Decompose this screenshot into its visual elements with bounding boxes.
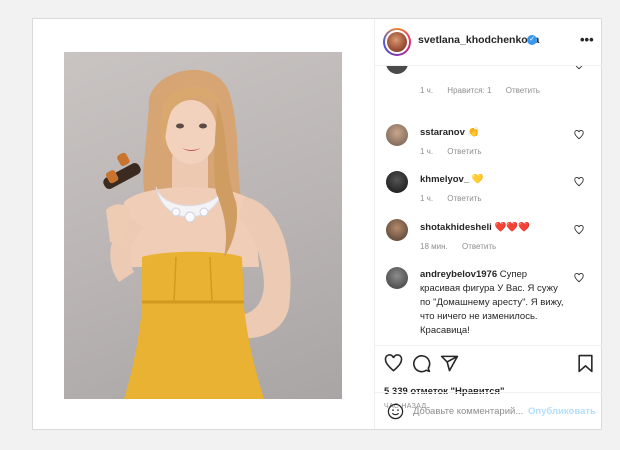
publish-button[interactable]: Опубликовать <box>528 406 596 417</box>
reply-link[interactable]: Ответить <box>462 242 496 251</box>
comment-avatar[interactable] <box>386 124 408 146</box>
reply-link[interactable]: Ответить <box>447 147 481 156</box>
comment-content: 💛 <box>471 174 484 185</box>
comment-username[interactable]: andreybelov1976 <box>420 269 497 280</box>
comment-meta: 1 ч. Ответить <box>420 147 494 156</box>
comment-time: 18 мин. <box>420 242 448 251</box>
post-sidebar: svetlana_khodchenkova ✓ ••• 1 ч. Нравитс… <box>374 19 602 429</box>
comment-like-heart-icon[interactable] <box>574 177 584 187</box>
comment-meta: 1 ч. Нравится: 1 Ответить <box>420 86 552 95</box>
comment-content: ❤️❤️❤️ <box>494 222 530 233</box>
author-username[interactable]: svetlana_khodchenkova <box>418 34 539 46</box>
verified-badge-icon: ✓ <box>527 35 537 45</box>
comment-likes[interactable]: Нравится: 1 <box>447 86 491 95</box>
post-photo[interactable] <box>64 52 342 399</box>
comments-list[interactable]: 1 ч. Нравится: 1 Ответить sstaranov 👏 1 … <box>375 66 602 344</box>
comment-username[interactable]: sstaranov <box>420 127 465 138</box>
comment-text: sstaranov 👏 <box>420 126 570 140</box>
comment-meta: 1 ч. Ответить <box>420 194 494 203</box>
comment-text: andreybelov1976 Супер красивая фигура У … <box>420 268 568 338</box>
author-avatar[interactable] <box>383 28 411 56</box>
comment-avatar[interactable] <box>386 66 408 74</box>
post-card: svetlana_khodchenkova ✓ ••• 1 ч. Нравитс… <box>32 18 602 430</box>
comment-like-heart-icon[interactable] <box>574 66 584 70</box>
reply-link[interactable]: Ответить <box>506 86 540 95</box>
comment-content: 👏 <box>467 127 480 138</box>
reply-link[interactable]: Ответить <box>447 194 481 203</box>
post-header: svetlana_khodchenkova ✓ ••• <box>375 19 602 66</box>
comment-icon[interactable] <box>412 354 431 373</box>
woman-in-yellow-dress-image <box>103 69 291 399</box>
heart-icon[interactable] <box>384 354 403 373</box>
bookmark-icon[interactable] <box>577 354 594 373</box>
more-horizontal-icon[interactable]: ••• <box>580 32 594 47</box>
comment-avatar[interactable] <box>386 171 408 193</box>
comment-time: 1 ч. <box>420 86 434 95</box>
comment-avatar[interactable] <box>386 219 408 241</box>
comment-username[interactable]: khmelyov_ <box>420 174 469 185</box>
comment-text: shotakhidesheli ❤️❤️❤️ <box>420 221 570 235</box>
comment-like-heart-icon[interactable] <box>574 225 584 235</box>
comment-avatar[interactable] <box>386 267 408 289</box>
comment-username[interactable]: shotakhidesheli <box>420 222 492 233</box>
comment-input[interactable]: Добавьте комментарий... <box>413 406 523 417</box>
comment-time: 1 ч. <box>420 147 434 156</box>
comment-time: 1 ч. <box>420 194 434 203</box>
add-comment-bar: Добавьте комментарий... Опубликовать <box>375 392 602 430</box>
comment-meta: 18 мин. Ответить <box>420 242 508 251</box>
avatar-picture <box>387 32 407 52</box>
comment-like-heart-icon[interactable] <box>574 130 584 140</box>
comment-like-heart-icon[interactable] <box>574 273 584 283</box>
emoji-icon[interactable] <box>387 403 404 420</box>
photo-column <box>33 19 374 429</box>
comment-text: khmelyov_ 💛 <box>420 173 570 187</box>
share-icon[interactable] <box>440 354 459 373</box>
